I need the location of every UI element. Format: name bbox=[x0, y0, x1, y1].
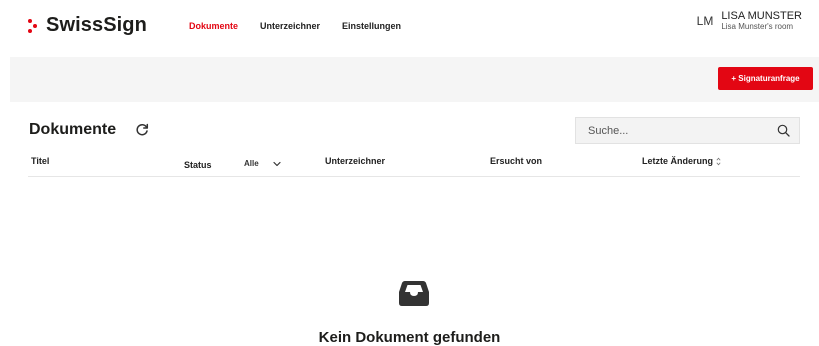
app-header: SwissSign Dokumente Unterzeichner Einste… bbox=[0, 0, 819, 56]
logo-text: SwissSign bbox=[46, 14, 147, 36]
user-initials-avatar[interactable]: LM bbox=[697, 14, 714, 28]
search-box bbox=[575, 117, 800, 144]
search-icon[interactable] bbox=[777, 124, 790, 137]
column-header-title[interactable]: Titel bbox=[31, 156, 49, 166]
sort-icon[interactable] bbox=[716, 157, 721, 166]
column-header-last-modified-label: Letzte Änderung bbox=[642, 156, 713, 166]
user-room: Lisa Munster's room bbox=[721, 22, 794, 31]
empty-state-message: Kein Dokument gefunden bbox=[318, 329, 501, 346]
column-header-signer[interactable]: Unterzeichner bbox=[325, 156, 385, 166]
nav-item-einstellungen[interactable]: Einstellungen bbox=[342, 21, 401, 31]
column-header-requested-by[interactable]: Ersucht von bbox=[490, 156, 542, 166]
inbox-icon bbox=[399, 281, 429, 306]
user-name: LISA MUNSTER bbox=[721, 10, 802, 22]
nav-item-unterzeichner[interactable]: Unterzeichner bbox=[260, 21, 320, 31]
refresh-icon[interactable] bbox=[135, 123, 149, 137]
status-filter-value: Alle bbox=[244, 159, 259, 168]
logo-mark-icon bbox=[28, 18, 40, 33]
main-nav: Dokumente Unterzeichner Einstellungen bbox=[189, 21, 423, 31]
nav-item-dokumente[interactable]: Dokumente bbox=[189, 21, 238, 31]
page-title: Dokumente bbox=[29, 121, 117, 138]
column-header-last-modified[interactable]: Letzte Änderung bbox=[642, 156, 721, 166]
status-filter-select[interactable]: Alle bbox=[244, 159, 281, 168]
table-header: Titel Status Alle Unterzeichner Ersucht … bbox=[28, 152, 800, 177]
swisssign-logo[interactable]: SwissSign bbox=[28, 14, 147, 37]
user-info[interactable]: LISA MUNSTER Lisa Munster's room bbox=[721, 10, 802, 32]
search-input[interactable] bbox=[576, 118, 778, 143]
chevron-down-icon bbox=[273, 161, 281, 166]
user-menu[interactable]: LM LISA MUNSTER Lisa Munster's room bbox=[697, 10, 802, 32]
action-bar: + Signaturanfrage bbox=[10, 57, 819, 102]
new-signature-request-button[interactable]: + Signaturanfrage bbox=[718, 67, 813, 90]
column-header-status: Status bbox=[184, 160, 212, 170]
